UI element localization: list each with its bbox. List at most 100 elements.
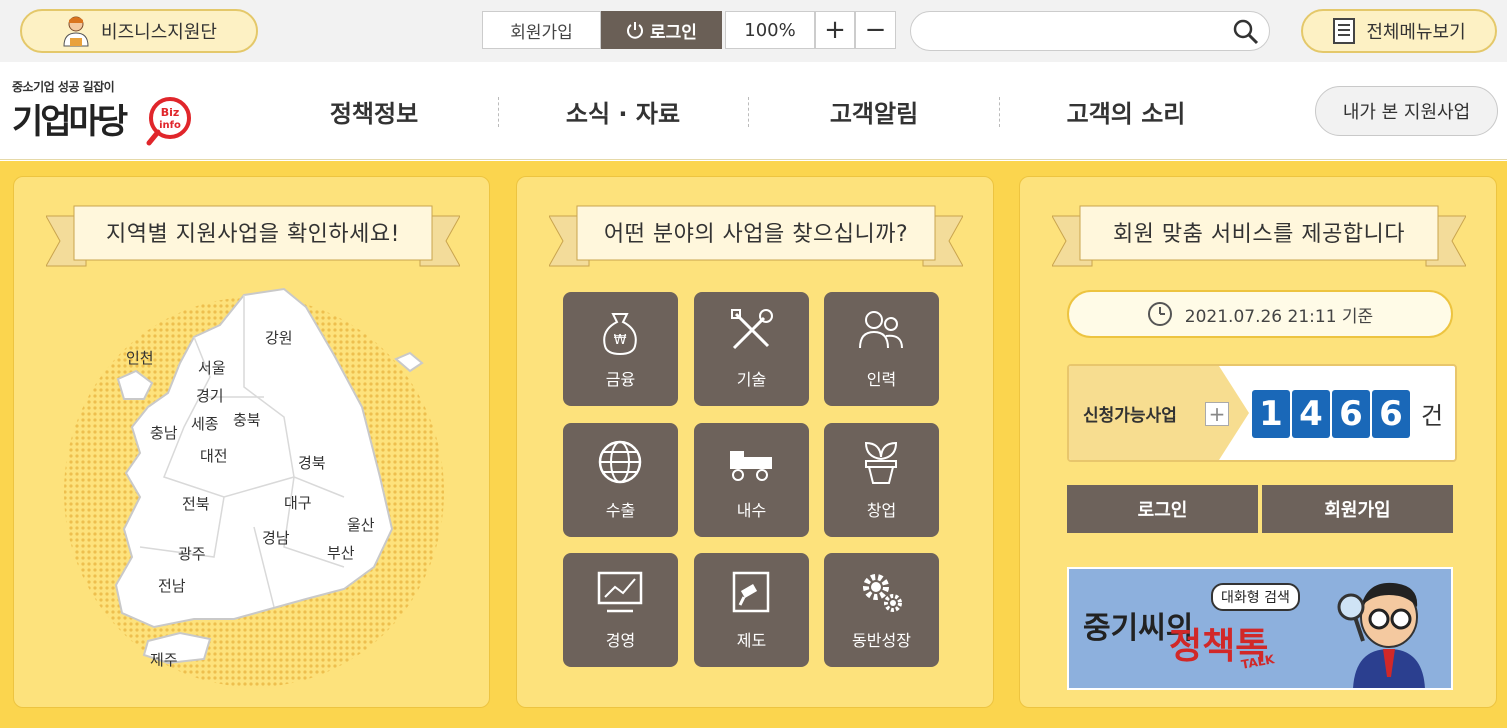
recent-viewed-button[interactable]: 내가 본 지원사업 — [1315, 86, 1498, 136]
field-system[interactable]: 제도 — [694, 553, 809, 667]
field-export[interactable]: 수출 — [563, 423, 678, 537]
region-ulsan[interactable]: 울산 — [347, 514, 375, 535]
region-ribbon: 지역별 지원사업을 확인하세요! — [46, 204, 460, 270]
region-seoul[interactable]: 서울 — [198, 357, 226, 378]
site-header: 중소기업 성공 길잡이 기업마당 Biz info 정책정보 소식 · 자료 고… — [0, 62, 1507, 160]
person-icon — [63, 16, 89, 47]
region-incheon[interactable]: 인천 — [126, 347, 154, 368]
gears-icon — [863, 574, 902, 612]
count-digit: 6 — [1372, 390, 1410, 438]
login-label: 로그인 — [650, 22, 697, 43]
korea-map — [64, 287, 444, 687]
region-gangwon[interactable]: 강원 — [265, 327, 293, 348]
field-management[interactable]: 경영 — [563, 553, 678, 667]
business-support-button[interactable]: 비즈니스지원단 — [20, 9, 258, 53]
field-export-label: 수출 — [605, 501, 636, 520]
zoom-level: 100% — [725, 11, 815, 49]
field-ribbon: 어떤 분야의 사업을 찾으십니까? — [549, 204, 963, 270]
field-title: 어떤 분야의 사업을 찾으십니까? — [603, 222, 909, 247]
search-box — [910, 11, 1270, 51]
field-system-label: 제도 — [736, 631, 767, 650]
region-jeonbuk[interactable]: 전북 — [182, 493, 210, 514]
count-unit: 건 — [1421, 402, 1444, 430]
field-finance-label: 금융 — [605, 370, 636, 389]
policy-talk-banner[interactable]: 대화형 검색 중기씨의 정책톡 TALK — [1067, 567, 1453, 690]
search-input[interactable] — [925, 18, 1225, 44]
svg-text:Biz: Biz — [161, 106, 180, 119]
field-manpower[interactable]: 인력 — [824, 292, 939, 406]
field-manpower-label: 인력 — [866, 370, 897, 389]
field-management-label: 경영 — [605, 631, 636, 650]
globe-icon — [598, 440, 642, 484]
region-title: 지역별 지원사업을 확인하세요! — [106, 222, 400, 247]
region-panel: 지역별 지원사업을 확인하세요! 강원 인천 서울 경기 세종 충북 충남 대전… — [13, 176, 490, 708]
region-daejeon[interactable]: 대전 — [200, 445, 228, 466]
business-support-label: 비즈니스지원단 — [101, 22, 217, 43]
join-link[interactable]: 회원가입 — [482, 11, 601, 49]
svg-text:₩: ₩ — [614, 333, 627, 348]
all-menu-label: 전체메뉴보기 — [1366, 22, 1466, 43]
member-ribbon: 회원 맞춤 서비스를 제공합니다 — [1052, 204, 1466, 270]
logo-title: 기업마당 — [12, 102, 128, 142]
svg-text:info: info — [159, 120, 181, 131]
nav-customer-notice[interactable]: 고객알림 — [749, 62, 999, 160]
available-count-box: 신청가능사업 + 1 4 6 6 건 — [1067, 364, 1457, 462]
member-panel: 회원 맞춤 서비스를 제공합니다 2021.07.26 21:11 기준 신청가… — [1019, 176, 1497, 708]
panel-login-button[interactable]: 로그인 — [1067, 485, 1258, 533]
region-jeonnam[interactable]: 전남 — [158, 575, 186, 596]
region-gyeongbuk[interactable]: 경북 — [298, 452, 326, 473]
sprout-icon — [864, 441, 898, 484]
field-domestic[interactable]: 내수 — [694, 423, 809, 537]
document-icon — [1333, 18, 1356, 44]
region-gyeonggi[interactable]: 경기 — [196, 385, 224, 406]
region-gwangju[interactable]: 광주 — [178, 543, 206, 564]
field-panel: 어떤 분야의 사업을 찾으십니까? ₩ 금융 기술 인력 수출 내수 창업 경영… — [516, 176, 994, 708]
nav-policy-info[interactable]: 정책정보 — [250, 62, 498, 160]
count-digit: 6 — [1332, 390, 1370, 438]
region-chungbuk[interactable]: 충북 — [233, 409, 261, 430]
bizinfo-badge-icon: Biz info — [146, 97, 191, 146]
region-jeju[interactable]: 제주 — [150, 649, 178, 670]
main-content: 지역별 지원사업을 확인하세요! 강원 인천 서울 경기 세종 충북 충남 대전… — [0, 161, 1507, 728]
date-text: 2021.07.26 21:11 기준 — [1184, 306, 1374, 327]
nav-news-resources[interactable]: 소식 · 자료 — [499, 62, 747, 160]
region-chungnam[interactable]: 충남 — [150, 422, 178, 443]
truck-icon — [730, 451, 772, 481]
region-gyeongnam[interactable]: 경남 — [262, 527, 290, 548]
zoom-out-button[interactable]: − — [855, 11, 896, 49]
logo-subtitle: 중소기업 성공 길잡이 — [12, 80, 115, 94]
tools-icon — [731, 309, 773, 350]
chart-monitor-icon — [597, 571, 643, 613]
field-shared-growth-label: 동반성장 — [852, 631, 911, 650]
region-daegu[interactable]: 대구 — [284, 492, 312, 513]
all-menu-button[interactable]: 전체메뉴보기 — [1301, 9, 1497, 53]
people-icon — [859, 311, 903, 349]
count-digit: 1 — [1252, 390, 1290, 438]
count-label: 신청가능사업 — [1083, 406, 1177, 426]
field-startup-label: 창업 — [866, 501, 897, 520]
count-more-button[interactable]: + — [1205, 402, 1229, 426]
mascot-icon — [1337, 582, 1425, 688]
field-shared-growth[interactable]: 동반성장 — [824, 553, 939, 667]
date-box: 2021.07.26 21:11 기준 — [1067, 290, 1453, 338]
login-button[interactable]: 로그인 — [601, 11, 722, 49]
field-technology[interactable]: 기술 — [694, 292, 809, 406]
member-title: 회원 맞춤 서비스를 제공합니다 — [1112, 222, 1406, 247]
power-icon — [627, 22, 644, 39]
field-technology-label: 기술 — [736, 370, 767, 389]
site-logo[interactable]: 중소기업 성공 길잡이 기업마당 Biz info — [12, 78, 202, 148]
region-sejong[interactable]: 세종 — [191, 413, 219, 434]
field-finance[interactable]: ₩ 금융 — [563, 292, 678, 406]
search-icon[interactable] — [1233, 19, 1259, 45]
nav-customer-voice[interactable]: 고객의 소리 — [1000, 62, 1252, 160]
region-busan[interactable]: 부산 — [327, 542, 355, 563]
money-bag-icon: ₩ — [603, 313, 637, 356]
banner-pill: 대화형 검색 — [1211, 583, 1300, 611]
zoom-in-button[interactable]: + — [815, 11, 855, 49]
clock-icon — [1147, 302, 1172, 326]
field-startup[interactable]: 창업 — [824, 423, 939, 537]
top-utility-bar: 비즈니스지원단 회원가입 로그인 100% + − 전체메뉴보기 — [0, 0, 1507, 62]
gavel-box-icon — [732, 571, 770, 613]
field-domestic-label: 내수 — [736, 501, 767, 520]
panel-join-button[interactable]: 회원가입 — [1262, 485, 1453, 533]
